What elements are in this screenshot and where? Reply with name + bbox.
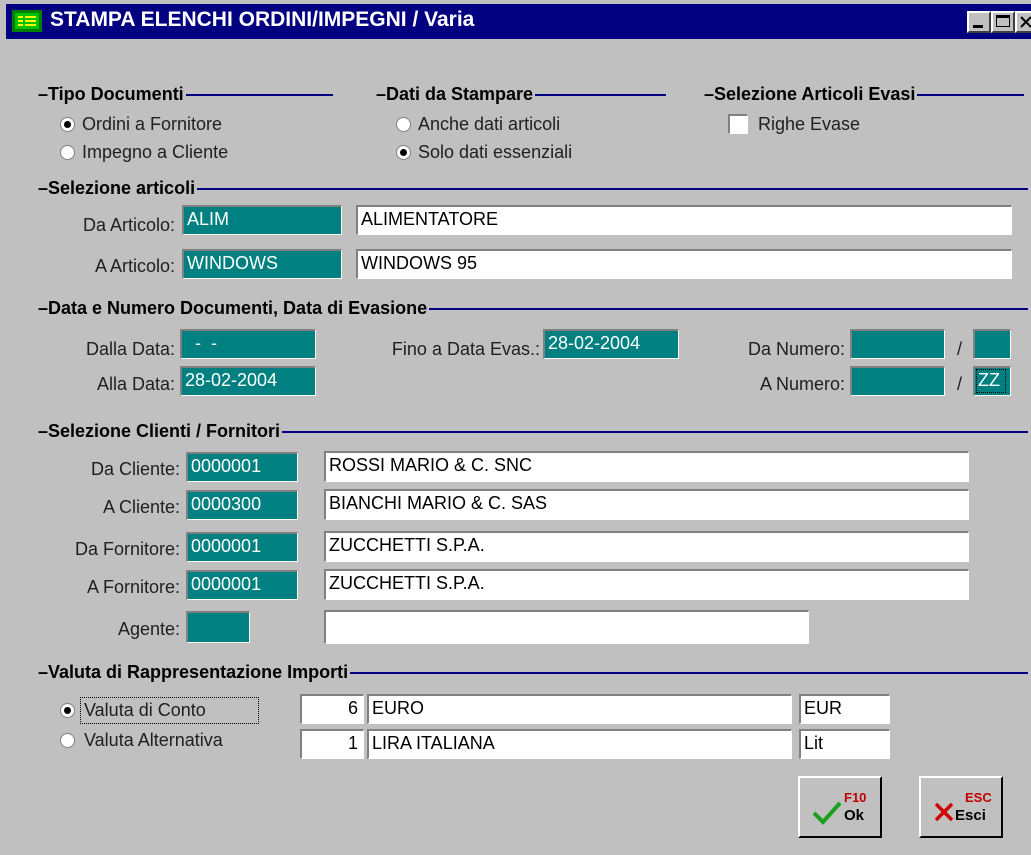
tipo-documenti-heading: –Tipo Documenti	[38, 83, 186, 105]
esci-button[interactable]: ESC Esci	[919, 776, 1003, 838]
close-x-icon	[934, 802, 954, 822]
data-numero-heading: –Data e Numero Documenti, Data di Evasio…	[38, 297, 430, 319]
da-fornitore-label: Da Fornitore:	[74, 539, 180, 559]
da-numero-field[interactable]	[850, 329, 945, 359]
dialog-window: STAMPA ELENCHI ORDINI/IMPEGNI / Varia –T…	[0, 0, 1031, 855]
da-fornitore-desc-field[interactable]: ZUCCHETTI S.P.A.	[324, 531, 969, 562]
dati-stampare-heading: –Dati da Stampare	[376, 83, 536, 105]
agente-desc-field[interactable]	[324, 610, 809, 644]
radio-impegno-cliente[interactable]	[60, 145, 75, 160]
a-numero-field[interactable]	[850, 366, 945, 396]
a-numero-label: A Numero:	[759, 374, 845, 394]
ok-button[interactable]: F10 Ok	[798, 776, 882, 838]
da-fornitore-code-field[interactable]: 0000001	[186, 532, 298, 562]
maximize-button[interactable]	[991, 11, 1015, 33]
valuta-conto-sym-field[interactable]: EUR	[799, 694, 890, 724]
valuta-conto-name-field[interactable]: EURO	[367, 694, 792, 724]
da-numero-separator: /	[957, 339, 963, 359]
da-numero-label: Da Numero:	[747, 339, 845, 359]
radio-label-valuta-conto: Valuta di Conto	[84, 700, 206, 720]
radio-valuta-alternativa[interactable]	[60, 733, 75, 748]
a-articolo-label: A Articolo:	[94, 256, 175, 276]
app-icon	[12, 10, 42, 32]
radio-label-impegno-cliente: Impegno a Cliente	[82, 142, 229, 162]
a-cliente-label: A Cliente:	[102, 497, 180, 517]
esci-shortcut-key: ESC	[965, 790, 992, 805]
da-articolo-code-field[interactable]: ALIM	[182, 205, 342, 235]
da-articolo-desc-field[interactable]: ALIMENTATORE	[356, 205, 1012, 235]
da-cliente-code-field[interactable]: 0000001	[186, 452, 298, 482]
fino-data-evas-label: Fino a Data Evas.:	[391, 339, 540, 359]
a-fornitore-desc-field[interactable]: ZUCCHETTI S.P.A.	[324, 569, 969, 600]
title-bar[interactable]: STAMPA ELENCHI ORDINI/IMPEGNI / Varia	[0, 0, 1031, 41]
ok-shortcut-key: F10	[844, 790, 867, 805]
da-numero-serie-field[interactable]	[973, 329, 1011, 359]
da-cliente-label: Da Cliente:	[90, 459, 180, 479]
maximize-icon	[996, 15, 1010, 27]
radio-label-anche-dati-articoli: Anche dati articoli	[418, 114, 561, 134]
a-articolo-code-field[interactable]: WINDOWS	[182, 249, 342, 279]
checkmark-icon	[812, 801, 842, 825]
a-fornitore-label: A Fornitore:	[86, 577, 180, 597]
dalla-data-label: Dalla Data:	[85, 339, 175, 359]
valuta-alt-num-field[interactable]: 1	[300, 729, 364, 759]
focus-rectangle	[976, 369, 1006, 393]
valuta-alt-sym-field[interactable]: Lit	[799, 729, 890, 759]
radio-solo-dati-essenziali[interactable]	[396, 145, 411, 160]
minimize-button[interactable]	[967, 11, 991, 33]
radio-valuta-conto[interactable]	[60, 703, 75, 718]
a-numero-separator: /	[957, 374, 963, 394]
dalla-data-field[interactable]: - -	[180, 329, 316, 359]
radio-label-valuta-alternativa: Valuta Alternativa	[84, 730, 223, 750]
valuta-alt-name-field[interactable]: LIRA ITALIANA	[367, 729, 792, 759]
radio-anche-dati-articoli[interactable]	[396, 117, 411, 132]
da-cliente-desc-field[interactable]: ROSSI MARIO & C. SNC	[324, 451, 969, 482]
agente-label: Agente:	[117, 619, 180, 639]
selezione-articoli-heading: –Selezione articoli	[38, 177, 198, 199]
close-icon	[1020, 16, 1031, 28]
window-title: STAMPA ELENCHI ORDINI/IMPEGNI / Varia	[50, 8, 475, 31]
valuta-conto-num-field[interactable]: 6	[300, 694, 364, 724]
radio-label-solo-dati-essenziali: Solo dati essenziali	[418, 142, 573, 162]
close-button[interactable]	[1015, 11, 1031, 33]
radio-ordini-fornitore[interactable]	[60, 117, 75, 132]
fino-data-evas-field[interactable]: 28-02-2004	[543, 329, 679, 359]
esci-button-label: Esci	[955, 807, 986, 824]
alla-data-field[interactable]: 28-02-2004	[180, 366, 316, 396]
a-articolo-desc-field[interactable]: WINDOWS 95	[356, 249, 1012, 279]
agente-code-field[interactable]	[186, 611, 250, 643]
a-cliente-code-field[interactable]: 0000300	[186, 490, 298, 520]
valuta-heading: –Valuta di Rappresentazione Importi	[38, 661, 351, 683]
righe-evase-checkbox[interactable]	[728, 114, 748, 134]
da-articolo-label: Da Articolo:	[82, 215, 175, 235]
a-cliente-desc-field[interactable]: BIANCHI MARIO & C. SAS	[324, 489, 969, 520]
selezione-evasi-heading: –Selezione Articoli Evasi	[704, 83, 918, 105]
righe-evase-label: Righe Evase	[758, 114, 861, 134]
alla-data-label: Alla Data:	[96, 374, 175, 394]
ok-button-label: Ok	[844, 807, 865, 824]
clienti-fornitori-heading: –Selezione Clienti / Fornitori	[38, 420, 283, 442]
a-fornitore-code-field[interactable]: 0000001	[186, 570, 298, 600]
radio-label-ordini-fornitore: Ordini a Fornitore	[82, 114, 223, 134]
minimize-icon	[973, 25, 983, 28]
